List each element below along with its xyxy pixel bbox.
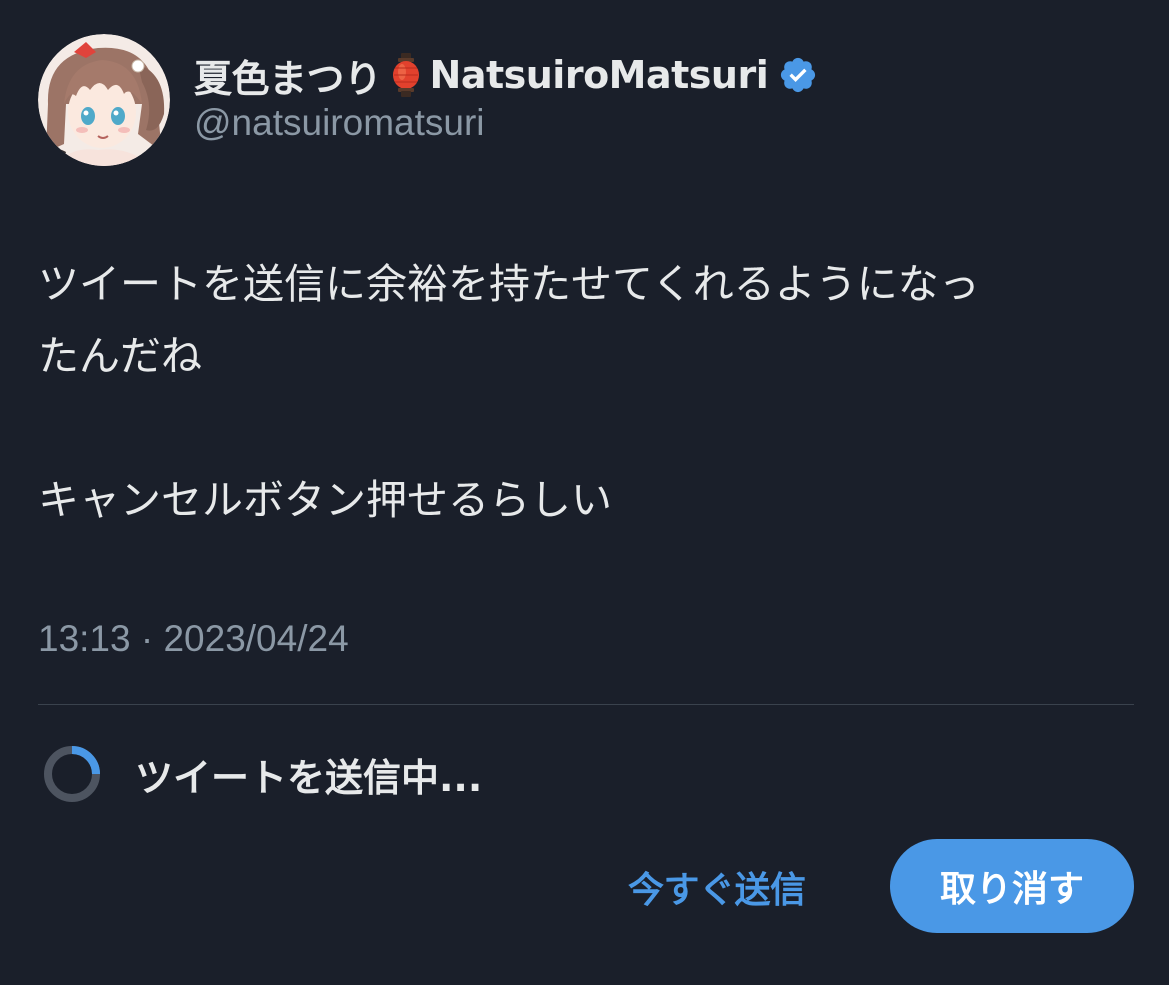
tweet-timestamp[interactable]: 13:13 · 2023/04/24 (38, 618, 349, 660)
tweet-text-line: キャンセルボタン押せるらしい (38, 476, 612, 524)
sending-label: ツイートを送信中... (135, 755, 483, 800)
verified-badge-icon[interactable] (778, 55, 818, 95)
cancel-button[interactable]: 取り消す (890, 839, 1134, 933)
display-name-suffix[interactable]: NatsuiroMatsuri (430, 53, 769, 97)
loading-spinner-icon (44, 746, 100, 802)
tweet-text-line: たんだね (38, 332, 202, 380)
send-now-button[interactable]: 今すぐ送信 (628, 858, 806, 916)
avatar[interactable] (38, 34, 170, 166)
author-names: 夏色まつり NatsuiroMatsuri @natsuiromatsuri (194, 50, 818, 144)
display-name[interactable]: 夏色まつり (194, 48, 382, 103)
sending-status: ツイートを送信中... (42, 744, 482, 804)
red-paper-lantern-icon (392, 53, 420, 97)
tweet-text: ツイートを送信に余裕を持たせてくれるようになっ たんだね キャンセルボタン押せる… (38, 248, 1138, 536)
tweet-card: 夏色まつり NatsuiroMatsuri @natsuiromatsuri ツ… (0, 0, 1169, 985)
display-name-row[interactable]: 夏色まつり NatsuiroMatsuri (194, 48, 818, 103)
tweet-header: 夏色まつり NatsuiroMatsuri @natsuiromatsuri (38, 34, 818, 166)
divider (38, 704, 1134, 705)
tweet-text-line: ツイートを送信に余裕を持たせてくれるようになっ (38, 260, 980, 308)
author-handle[interactable]: @natsuiromatsuri (194, 102, 818, 144)
